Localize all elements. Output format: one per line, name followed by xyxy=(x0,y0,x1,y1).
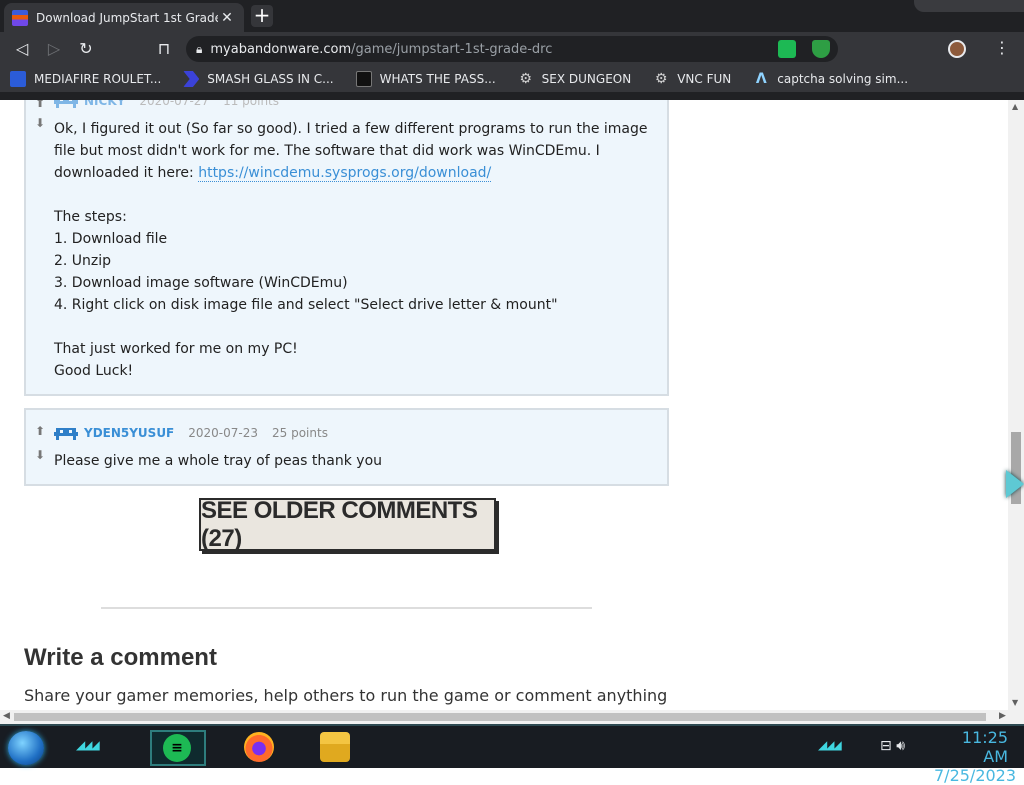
see-older-comments-button[interactable]: SEE OLDER COMMENTS (27) xyxy=(199,497,496,552)
tab-title: Download JumpStart 1st Grade - M xyxy=(36,10,218,25)
firefox-icon[interactable] xyxy=(244,732,274,762)
comment-text: Good Luck! xyxy=(54,363,134,379)
spotify-icon[interactable]: ≡ xyxy=(163,734,191,762)
spotify-extension-icon[interactable] xyxy=(778,40,796,58)
vertical-scrollbar[interactable]: ▲ ▼ xyxy=(1008,100,1024,710)
bookmark-sex-dungeon[interactable]: ⚙ SEX DUNGEON xyxy=(518,71,631,87)
step-item: 4. Right click on disk image file and se… xyxy=(54,297,558,313)
mouse-cursor-icon xyxy=(1006,470,1024,498)
bookmarks-bar: MEDIAFIRE ROULET... SMASH GLASS IN C... … xyxy=(0,66,1024,92)
gear-icon: ⚙ xyxy=(654,71,668,87)
comment-header: YDEN5YUSUF 2020-07-23 25 points xyxy=(54,426,342,440)
scroll-right-icon[interactable]: ▶ xyxy=(999,711,1006,721)
a-logo-icon: Λ xyxy=(755,71,767,87)
steps-title: The steps: xyxy=(54,209,127,225)
comment-points: 25 points xyxy=(272,426,328,440)
mediafire-icon xyxy=(10,71,26,87)
taskbar-clock[interactable]: 11:25 AM 7/25/2023 xyxy=(934,728,1017,785)
dark-square-icon xyxy=(355,71,372,87)
forward-arrow-icon[interactable]: ▷ xyxy=(44,39,64,59)
write-comment-subtitle: Share your gamer memories, help others t… xyxy=(24,686,668,705)
tab-strip: Download JumpStart 1st Grade - M ✕ + xyxy=(0,0,1024,32)
reload-icon[interactable]: ↻ xyxy=(76,39,96,59)
browser-chrome: Download JumpStart 1st Grade - M ✕ + ◁ ▷… xyxy=(0,0,1024,100)
space-invader-avatar-icon xyxy=(54,100,78,108)
start-orb-icon[interactable] xyxy=(8,731,44,765)
comment-username[interactable]: NICKY xyxy=(84,100,125,108)
back-arrow-icon[interactable]: ◁ xyxy=(12,39,32,59)
system-tray[interactable]: ⊟ 🔊︎ xyxy=(880,738,905,754)
upvote-icon[interactable]: ⬆ xyxy=(35,100,45,110)
comment-date: 2020-07-27 xyxy=(139,100,210,108)
decoration-chevrons-icon: ◢◢◢ xyxy=(76,738,100,752)
space-invader-avatar-icon xyxy=(54,428,78,440)
horizontal-scrollbar[interactable]: ◀ ▶ xyxy=(0,710,1024,724)
step-item: 1. Download file xyxy=(54,231,168,247)
url-text: myabandonware.com/game/jumpstart-1st-gra… xyxy=(210,41,553,57)
comment-body: Please give me a whole tray of peas than… xyxy=(54,453,383,469)
file-explorer-icon[interactable] xyxy=(320,732,350,762)
bookmark-whats-the-pass[interactable]: WHATS THE PASS... xyxy=(355,71,496,87)
shield-extension-icon[interactable] xyxy=(812,40,830,58)
site-favicon-icon xyxy=(12,9,28,26)
window-controls[interactable] xyxy=(914,0,1024,12)
upvote-icon[interactable]: ⬆ xyxy=(35,424,45,438)
comment-text: That just worked for me on my PC! xyxy=(54,341,298,357)
volume-icon[interactable]: 🔊︎ xyxy=(896,738,905,754)
download-link[interactable]: https://wincdemu.sysprogs.org/download/ xyxy=(198,165,492,182)
active-tab[interactable]: Download JumpStart 1st Grade - M ✕ xyxy=(4,3,244,32)
comment-username[interactable]: YDEN5YUSUF xyxy=(84,426,174,440)
downvote-icon[interactable]: ⬇ xyxy=(35,448,45,462)
tab-close-icon[interactable]: ✕ xyxy=(218,10,236,26)
section-divider xyxy=(101,607,592,609)
browser-toolbar: ◁ ▷ ↻ ⊓ 🔒︎ myabandonware.com/game/jumpst… xyxy=(0,32,1024,66)
bookmark-vnc-fun[interactable]: ⚙ VNC FUN xyxy=(653,71,731,87)
comment-body: Ok, I figured it out (So far so good). I… xyxy=(54,118,664,382)
profile-avatar[interactable] xyxy=(948,40,966,58)
write-comment-heading: Write a comment xyxy=(24,644,217,671)
scroll-down-icon[interactable]: ▼ xyxy=(1012,698,1018,707)
bookmark-smash-glass[interactable]: SMASH GLASS IN C... xyxy=(183,71,334,87)
step-item: 2. Unzip xyxy=(54,253,112,269)
network-icon[interactable]: ⊟ xyxy=(880,738,892,754)
scroll-thumb[interactable] xyxy=(14,713,986,721)
comment-header: NICKY 2020-07-27 11 points xyxy=(54,100,293,108)
bookmark-captcha[interactable]: Λcaptcha solving sim... xyxy=(753,71,908,87)
chevron-icon xyxy=(183,71,200,87)
comment-points: 11 points xyxy=(223,100,280,108)
menu-dots-icon[interactable]: ⋮ xyxy=(994,38,1010,57)
comment-card: ⬆ ⬇ NICKY 2020-07-27 11 points Ok, I fig… xyxy=(24,100,669,396)
downvote-icon[interactable]: ⬇ xyxy=(35,116,45,130)
scroll-left-icon[interactable]: ◀ xyxy=(3,711,10,721)
address-bar[interactable]: 🔒︎ myabandonware.com/game/jumpstart-1st-… xyxy=(186,36,838,62)
taskbar: ◢◢◢ ≡ ◢◢◢ ⊟ 🔊︎ 11:25 AM 7/25/2023 xyxy=(0,724,1024,785)
scroll-up-icon[interactable]: ▲ xyxy=(1012,102,1018,111)
comment-card: ⬆ ⬇ YDEN5YUSUF 2020-07-23 25 points Plea… xyxy=(24,408,669,486)
bookmark-mediafire[interactable]: MEDIAFIRE ROULET... xyxy=(10,71,161,87)
lock-icon: 🔒︎ xyxy=(196,41,203,56)
bookmark-icon[interactable]: ⊓ xyxy=(154,39,174,59)
clock-date: 7/25/2023 xyxy=(934,766,1017,785)
comment-date: 2020-07-23 xyxy=(188,426,259,440)
clock-time: 11:25 AM xyxy=(961,728,1008,766)
step-item: 3. Download image software (WinCDEmu) xyxy=(54,275,348,291)
new-tab-button[interactable]: + xyxy=(251,5,273,27)
gear-icon: ⚙ xyxy=(519,71,532,87)
decoration-chevrons-icon: ◢◢◢ xyxy=(818,738,842,752)
page-content: ⬆ ⬇ NICKY 2020-07-27 11 points Ok, I fig… xyxy=(0,100,1008,710)
